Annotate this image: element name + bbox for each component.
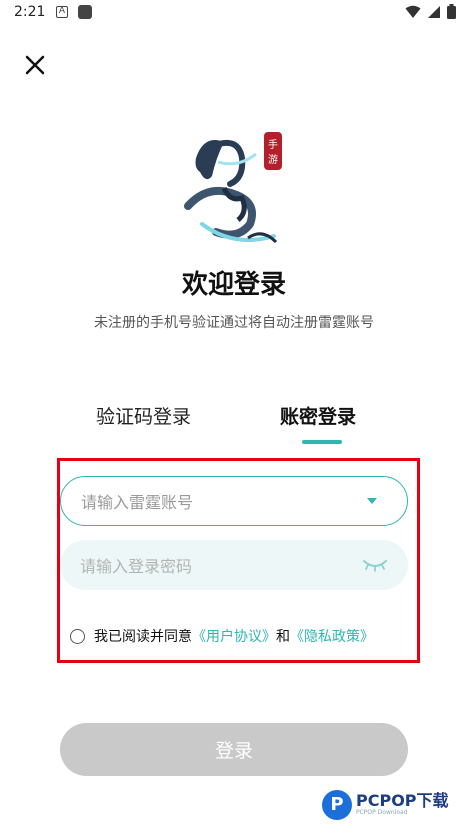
wifi-icon (405, 5, 421, 18)
close-button[interactable] (22, 52, 48, 78)
status-bar: 2:21 A (0, 0, 468, 26)
notification-a-icon: A (56, 6, 68, 18)
close-icon (25, 55, 45, 75)
agreement-checkbox[interactable] (70, 628, 85, 644)
battery-icon (447, 4, 456, 19)
password-input[interactable]: 请输入登录密码 (60, 540, 408, 590)
page-title: 欢迎登录 (181, 270, 286, 300)
watermark-name: PCPOP下载 (356, 791, 449, 810)
agreement-and: 和 (276, 629, 290, 645)
notification-square-icon (78, 5, 92, 19)
dropdown-arrow-icon[interactable] (367, 498, 377, 504)
login-button[interactable]: 登录 (60, 723, 408, 776)
signal-icon (428, 5, 440, 18)
agreement-row: 我已阅读并同意 《用户协议》 和 《隐私政策》 (70, 626, 374, 646)
status-time: 2:21 (14, 4, 46, 20)
tab-verification-code-login[interactable]: 验证码登录 (96, 402, 191, 429)
status-icons (405, 4, 456, 19)
password-input-placeholder: 请输入登录密码 (80, 557, 193, 576)
svg-text:手: 手 (268, 138, 278, 151)
pcpop-logo-icon: P (322, 790, 352, 820)
privacy-policy-link[interactable]: 《隐私政策》 (290, 626, 374, 646)
eye-closed-icon[interactable] (362, 557, 388, 573)
svg-text:游: 游 (268, 153, 278, 166)
account-input-placeholder: 请输入雷霆账号 (81, 493, 194, 512)
user-agreement-link[interactable]: 《用户协议》 (192, 626, 276, 646)
account-input[interactable]: 请输入雷霆账号 (60, 476, 408, 526)
active-tab-indicator (302, 440, 342, 444)
page-subtitle: 未注册的手机号验证通过将自动注册雷霆账号 (94, 315, 374, 331)
pcpop-watermark: P PCPOP下载 PCPOP Download (322, 790, 449, 820)
agreement-prefix: 我已阅读并同意 (94, 629, 192, 645)
tab-password-login[interactable]: 账密登录 (280, 402, 356, 429)
game-logo: 手 游 (178, 128, 290, 248)
game-logo-art: 手 游 (184, 132, 282, 244)
watermark-sub: PCPOP Download (356, 809, 408, 816)
